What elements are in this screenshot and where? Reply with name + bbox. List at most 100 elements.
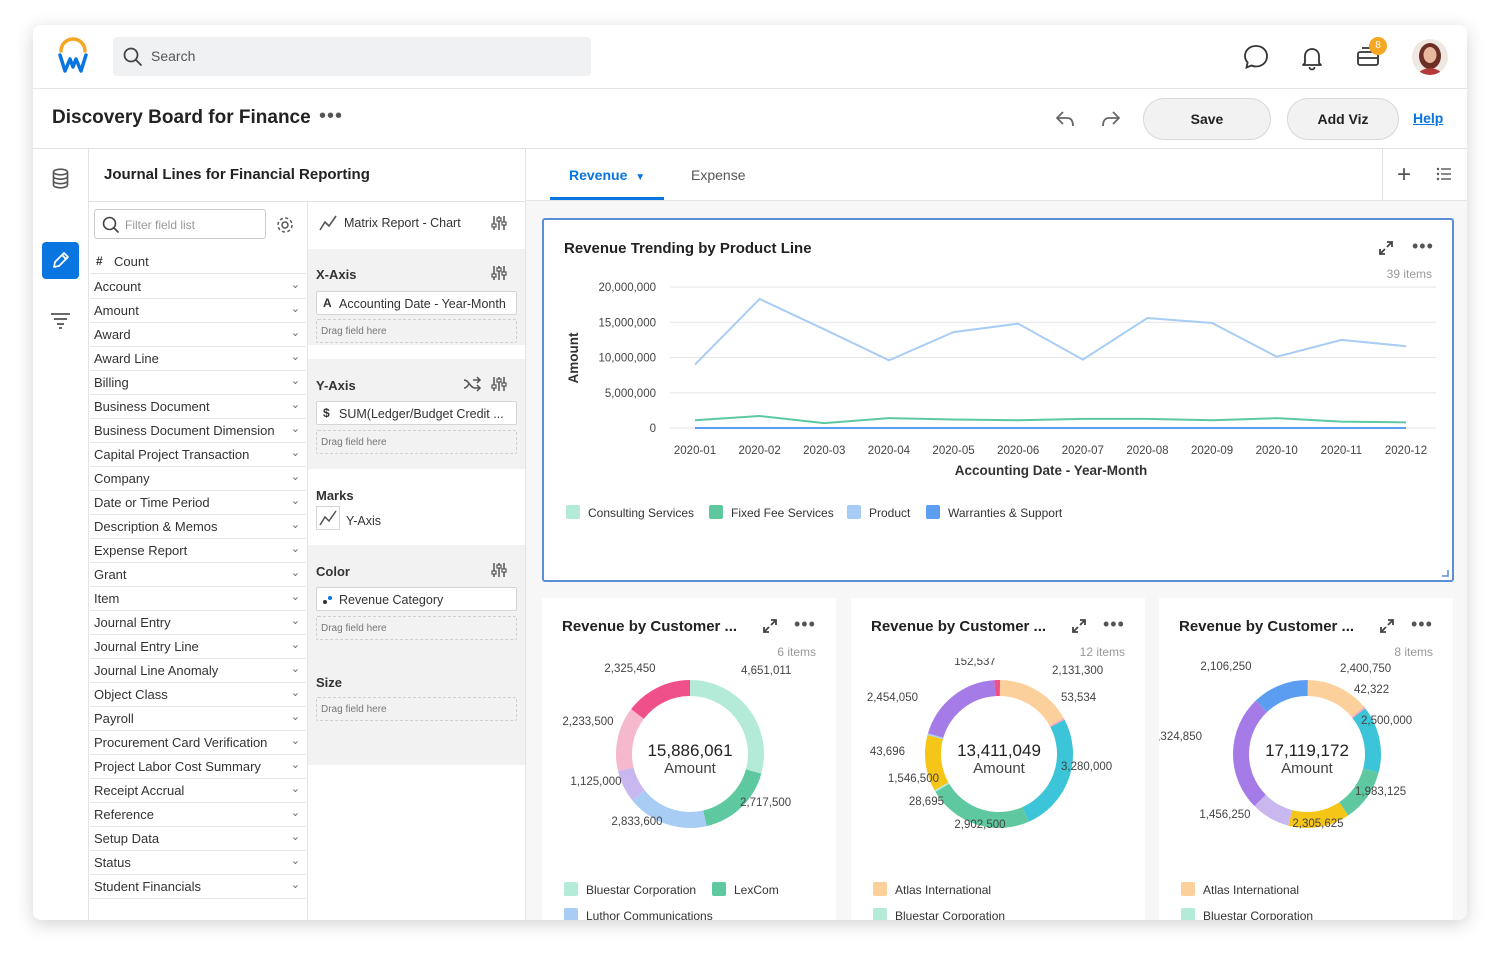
field-list-item[interactable]: Company ⌄ — [90, 467, 306, 491]
field-list-item[interactable]: Award Line ⌄ — [90, 347, 306, 371]
x-axis-drop-zone[interactable]: Drag field here — [316, 319, 517, 343]
marks-type-button[interactable] — [316, 506, 340, 530]
donut-slice[interactable] — [702, 769, 762, 827]
field-list-item[interactable]: Account ⌄ — [90, 275, 306, 299]
list-icon[interactable] — [1436, 167, 1452, 181]
field-list-item[interactable]: Amount ⌄ — [90, 299, 306, 323]
donut-chart-card[interactable]: Revenue by Customer ... ••• 12 items 13,411… — [851, 598, 1145, 920]
chart-type-label[interactable]: Matrix Report - Chart — [344, 216, 461, 230]
help-link[interactable]: Help — [1413, 110, 1443, 126]
line-chart-card[interactable]: Revenue Trending by Product Line ••• 39 … — [542, 218, 1454, 582]
legend-item[interactable]: Luthor Communications — [564, 908, 713, 920]
y-axis-field-pill[interactable]: $ SUM(Ledger/Budget Credit ... — [316, 401, 517, 425]
save-button[interactable]: Save — [1143, 98, 1271, 140]
color-settings-icon[interactable] — [490, 561, 508, 579]
donut-slice[interactable] — [1233, 700, 1268, 807]
donut-slice[interactable] — [1255, 680, 1308, 713]
x-axis-field-pill[interactable]: A Accounting Date - Year-Month — [316, 291, 517, 315]
series-line[interactable] — [694, 297, 1407, 366]
expand-icon[interactable] — [762, 618, 778, 634]
field-list-item[interactable]: Date or Time Period ⌄ — [90, 491, 306, 515]
donut-slice[interactable] — [927, 680, 996, 739]
edit-button[interactable] — [42, 242, 79, 279]
legend-item[interactable]: Atlas International — [873, 882, 991, 897]
y-axis-drop-zone[interactable]: Drag field here — [316, 430, 517, 454]
field-list-item[interactable]: Item ⌄ — [90, 587, 306, 611]
legend-item[interactable]: Bluestar Corporation — [873, 908, 1005, 920]
field-list-item[interactable]: Procurement Card Verification ⌄ — [90, 731, 306, 755]
donut-slice[interactable] — [935, 783, 1029, 828]
filter-button[interactable] — [42, 302, 79, 339]
redo-icon[interactable] — [1099, 107, 1123, 131]
series-line[interactable] — [694, 415, 1407, 425]
field-list-item[interactable]: Business Document Dimension ⌄ — [90, 419, 306, 443]
donut-slice[interactable] — [617, 767, 646, 801]
bell-icon[interactable] — [1298, 43, 1326, 71]
x-axis-settings-icon[interactable] — [490, 264, 508, 282]
field-list-item[interactable]: Capital Project Transaction ⌄ — [90, 443, 306, 467]
legend-item[interactable]: Bluestar Corporation — [564, 882, 696, 897]
donut-chart-card[interactable]: Revenue by Customer ... ••• 8 items 17,119,… — [1159, 598, 1453, 920]
field-list-item[interactable]: Project Labor Cost Summary ⌄ — [90, 755, 306, 779]
donut-slice[interactable] — [1049, 718, 1065, 728]
donut-slice[interactable] — [1306, 680, 1365, 718]
size-drop-zone[interactable]: Drag field here — [316, 697, 517, 721]
field-list-item[interactable]: Setup Data ⌄ — [90, 827, 306, 851]
donut-slice[interactable] — [616, 709, 645, 772]
expand-icon[interactable] — [1071, 618, 1087, 634]
swap-axis-icon[interactable] — [462, 374, 482, 394]
donut-slice[interactable] — [1022, 719, 1073, 822]
legend-item[interactable]: Product — [847, 505, 910, 520]
add-viz-button[interactable]: Add Viz — [1287, 98, 1399, 140]
search-input[interactable]: Search — [113, 37, 591, 76]
legend-item[interactable]: Atlas International — [1181, 882, 1299, 897]
donut-slice[interactable] — [1351, 706, 1366, 719]
field-list-item[interactable]: Student Financials ⌄ — [90, 875, 306, 899]
chat-icon[interactable] — [1242, 43, 1270, 71]
field-list-item[interactable]: Grant ⌄ — [90, 563, 306, 587]
resize-handle-icon[interactable] — [1441, 569, 1449, 577]
donut-slice[interactable] — [631, 680, 691, 720]
y-axis-settings-icon[interactable] — [490, 375, 508, 393]
count-field[interactable]: # Count — [90, 250, 306, 274]
gear-icon[interactable] — [275, 215, 295, 235]
legend-item[interactable]: Bluestar Corporation — [1181, 908, 1313, 920]
field-list-item[interactable]: Business Document ⌄ — [90, 395, 306, 419]
filter-field-input[interactable]: Filter field list — [94, 209, 266, 239]
field-list-item[interactable]: Payroll ⌄ — [90, 707, 306, 731]
card-more-options-icon[interactable]: ••• — [1103, 614, 1125, 635]
legend-item[interactable]: LexCom — [712, 882, 779, 897]
field-list-item[interactable]: Reference ⌄ — [90, 803, 306, 827]
color-field-pill[interactable]: Revenue Category — [316, 587, 517, 611]
field-list-item[interactable]: Billing ⌄ — [90, 371, 306, 395]
tab-expense[interactable]: Expense — [691, 167, 745, 183]
field-list-item[interactable]: Journal Line Anomaly ⌄ — [90, 659, 306, 683]
avatar[interactable] — [1412, 39, 1448, 75]
undo-icon[interactable] — [1053, 107, 1077, 131]
field-list-item[interactable]: Description & Memos ⌄ — [90, 515, 306, 539]
workday-logo-icon[interactable] — [57, 37, 89, 77]
field-list-item[interactable]: Receipt Accrual ⌄ — [90, 779, 306, 803]
field-list-item[interactable]: Status ⌄ — [90, 851, 306, 875]
field-list-item[interactable]: Journal Entry ⌄ — [90, 611, 306, 635]
field-list-item[interactable]: Award ⌄ — [90, 323, 306, 347]
legend-item[interactable]: Consulting Services — [566, 505, 694, 520]
add-tab-icon[interactable]: + — [1397, 161, 1411, 189]
legend-item[interactable]: Fixed Fee Services — [709, 505, 834, 520]
legend-item[interactable]: Warranties & Support — [926, 505, 1062, 520]
field-list-item[interactable]: Object Class ⌄ — [90, 683, 306, 707]
donut-slice[interactable] — [1254, 794, 1293, 826]
data-source-button[interactable] — [42, 160, 79, 197]
chart-settings-icon[interactable] — [490, 214, 508, 232]
card-more-options-icon[interactable]: ••• — [1411, 614, 1433, 635]
card-more-options-icon[interactable]: ••• — [794, 614, 816, 635]
donut-chart-card[interactable]: Revenue by Customer ... ••• 6 items 15,886,… — [542, 598, 836, 920]
tab-revenue[interactable]: Revenue ▼ — [569, 167, 645, 183]
field-list-item[interactable]: Expense Report ⌄ — [90, 539, 306, 563]
donut-slice[interactable] — [998, 680, 1064, 727]
more-options-icon[interactable]: ••• — [319, 105, 343, 128]
field-list-item[interactable]: Journal Entry Line ⌄ — [90, 635, 306, 659]
expand-icon[interactable] — [1379, 618, 1395, 634]
color-drop-zone[interactable]: Drag field here — [316, 616, 517, 640]
donut-slice[interactable] — [934, 782, 950, 792]
